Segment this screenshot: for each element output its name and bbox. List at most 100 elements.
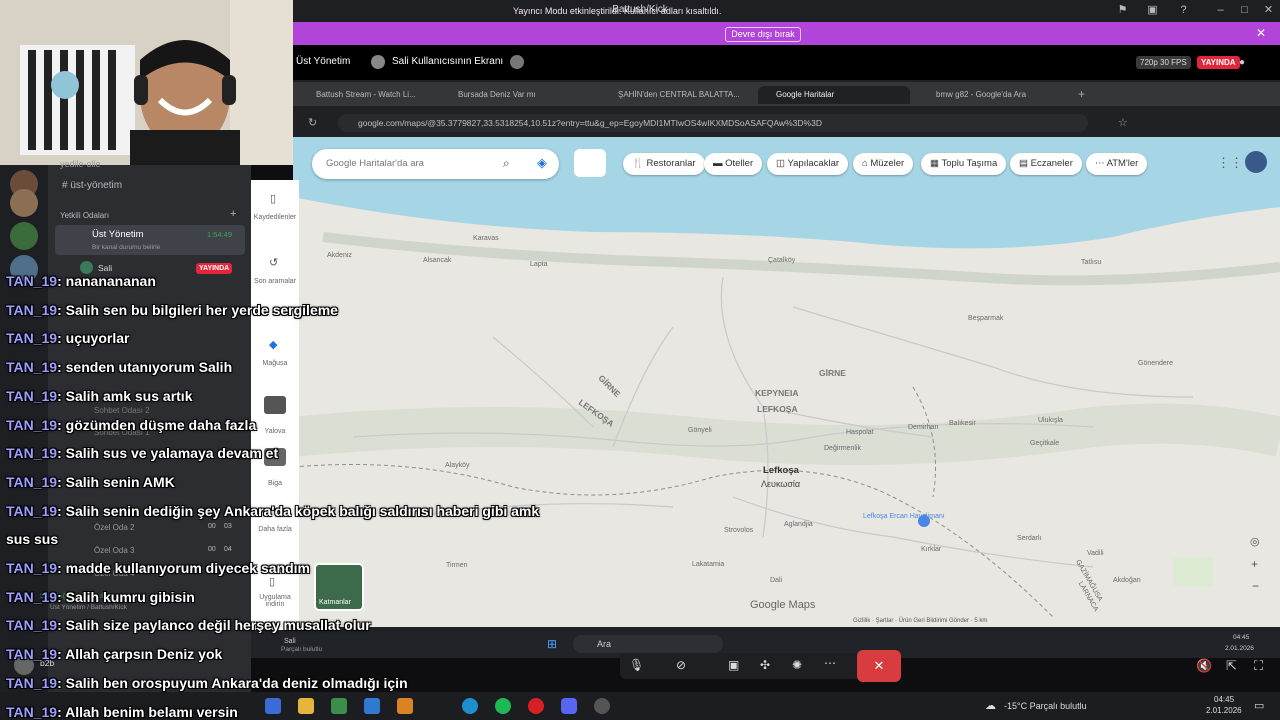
layers-button[interactable]: Katmanlar <box>314 563 364 611</box>
history-icon[interactable]: ↺ <box>269 256 278 269</box>
chip-atms[interactable]: ⋯ ATM'ler <box>1086 153 1148 175</box>
taskbar-search[interactable]: Ara <box>573 635 723 653</box>
zoom-out-icon[interactable]: − <box>1252 579 1259 593</box>
chip-transit[interactable]: ▦ Toplu Taşıma <box>921 153 1007 175</box>
folder-icon[interactable] <box>298 698 314 714</box>
browser-tab-active[interactable]: Google Haritalar <box>758 86 910 104</box>
rail-more[interactable]: Daha fazla <box>251 526 299 533</box>
soundboard-icon[interactable]: ✺ <box>792 658 802 672</box>
menu-icon[interactable] <box>574 149 606 177</box>
browser-tab[interactable]: Bursada Deniz Var mı <box>440 86 588 104</box>
bookmark-star-icon[interactable]: ☆ <box>1118 116 1128 129</box>
new-tab-icon[interactable]: + <box>1078 87 1085 101</box>
app-icon[interactable] <box>265 698 281 714</box>
popout-icon[interactable]: ⇱ <box>1226 658 1237 674</box>
chip-museums[interactable]: ⌂ Müzeler <box>853 153 914 175</box>
microphone-icon[interactable]: 🎙 <box>629 658 644 672</box>
voice-room[interactable]: Özel Oda 3 <box>94 546 134 555</box>
opera-icon[interactable] <box>528 698 544 714</box>
map-label: Balıkesir <box>949 420 976 427</box>
app-icon[interactable] <box>594 698 610 714</box>
chip-hotels[interactable]: ▬ Oteller <box>704 153 763 175</box>
address-bar[interactable]: google.com/maps/@35.3779827,33.5318254,1… <box>338 114 1088 132</box>
more-icon[interactable]: ⋯ <box>824 656 836 670</box>
server-icon[interactable] <box>10 222 38 250</box>
rail-get-app[interactable]: Uygulama indirin <box>251 594 299 608</box>
sidebar-item-channel[interactable]: yedile-olle <box>60 159 101 169</box>
chat-message: TAN_19: Salih ben orospuyum Ankara'da de… <box>6 675 408 691</box>
rail-item[interactable]: Yalova <box>251 428 299 435</box>
rail-recent[interactable]: Son aramalar <box>251 278 299 285</box>
map-label: Aglandjia <box>784 521 813 528</box>
directions-icon[interactable]: ◈ <box>537 155 547 171</box>
chat-username: TAN_19 <box>6 330 58 347</box>
chip-pharmacies[interactable]: ▤ Eczaneler <box>1010 153 1082 175</box>
clock-date[interactable]: 2.01.2026 <box>1206 706 1242 715</box>
server-icon[interactable] <box>10 189 38 217</box>
inbox-icon[interactable]: ▣ <box>1146 4 1159 17</box>
apps-grid-icon[interactable]: ⋮⋮ <box>1217 155 1243 171</box>
voice-room[interactable]: Özel Oda 2 <box>94 523 134 532</box>
notification-icon[interactable]: ▭ <box>1254 699 1264 712</box>
zoom-in-icon[interactable]: + <box>1251 557 1258 571</box>
bookmark-icon[interactable]: ▯ <box>270 192 276 205</box>
channel-status[interactable]: Bir kanal durumu belirle <box>92 244 160 251</box>
maps-search-input[interactable]: Google Haritalar'da ara <box>312 149 559 179</box>
voice-room[interactable]: Sohbet Odası 2 <box>94 406 150 415</box>
map-canvas[interactable]: Lefkoşa Λευκωσία KEPYNEIA LEFKOŞA GİRNE … <box>293 137 1280 627</box>
restaurant-icon: 🍴 <box>632 158 647 169</box>
live-badge: YAYINDA <box>1197 56 1240 69</box>
discord-icon[interactable] <box>561 698 577 714</box>
place-thumbnail[interactable] <box>264 396 286 414</box>
map-footer[interactable]: Gizlilik · Şartlar · Ürün Geri Bildirimi… <box>853 618 987 624</box>
more-icon[interactable]: ● <box>1239 57 1245 68</box>
app-icon[interactable] <box>331 698 347 714</box>
volume-mute-icon[interactable]: 🔇 <box>1196 658 1212 674</box>
reload-icon[interactable]: ↻ <box>308 116 317 129</box>
rail-saved[interactable]: Kaydedilenler <box>251 214 299 221</box>
flag-icon[interactable]: ⚑ <box>1116 4 1129 17</box>
location-pin-icon[interactable]: ◆ <box>269 338 277 351</box>
chat-message: TAN_19: Salih kumru gibisin <box>6 589 195 605</box>
spotify-icon[interactable] <box>495 698 511 714</box>
close-icon[interactable]: ✕ <box>1262 4 1275 17</box>
minimize-icon[interactable]: – <box>1214 4 1227 17</box>
chat-message: TAN_19: Salih sen bu bilgileri her yerde… <box>6 302 338 318</box>
category-label[interactable]: Yetkili Odaları <box>60 211 109 220</box>
map-graphic[interactable] <box>293 137 1280 627</box>
weather-text[interactable]: -15°C Parçalı bulutlu <box>1004 701 1087 711</box>
edge-icon[interactable] <box>462 698 478 714</box>
camera-off-icon[interactable]: ⊘ <box>676 658 686 672</box>
locate-icon[interactable]: ◎ <box>1250 535 1260 548</box>
browser-tab[interactable]: bmw g82 - Google'da Ara <box>918 86 1068 104</box>
maximize-icon[interactable]: □ <box>1238 4 1251 17</box>
rail-item[interactable]: Biga <box>251 480 299 487</box>
search-icon[interactable]: ⌕ <box>503 156 510 171</box>
browser-tab[interactable]: Battush Stream - Watch Li... <box>298 86 428 104</box>
phone-icon[interactable]: ▯ <box>269 575 275 588</box>
member-name[interactable]: Sali <box>98 263 112 273</box>
map-label: Çatalköy <box>768 257 796 264</box>
voice-channel-active[interactable]: Üst Yönetim 1:54:49 Bir kanal durumu bel… <box>55 225 245 255</box>
help-icon[interactable]: ? <box>1177 4 1190 17</box>
mail-icon[interactable] <box>364 698 380 714</box>
screen-share-icon[interactable]: ▣ <box>728 658 739 672</box>
map-label: Serdarlı <box>1017 535 1042 542</box>
windows-start-icon[interactable]: ⊞ <box>547 637 557 651</box>
close-icon[interactable]: ✕ <box>1256 26 1266 40</box>
rail-item[interactable]: Mağusa <box>251 360 299 367</box>
clock-time[interactable]: 04:45 <box>1214 695 1234 704</box>
fullscreen-icon[interactable]: ⛶ <box>1254 658 1263 674</box>
browser-tab[interactable]: ŞAHİN'den CENTRAL BALATTA... <box>600 86 748 104</box>
screen-owner: Sali Kullanıcısının Ekranı <box>392 56 504 67</box>
avatar[interactable] <box>1245 151 1267 173</box>
sidebar-item-ust-yonetim[interactable]: # üst-yönetim <box>62 180 122 191</box>
chip-restaurants[interactable]: 🍴 Restoranlar <box>623 153 705 175</box>
disconnect-button[interactable]: ✕ <box>857 650 901 682</box>
add-channel-icon[interactable]: + <box>230 208 236 220</box>
map-label: Lapta <box>530 261 548 268</box>
app-icon[interactable] <box>397 698 413 714</box>
disable-streamer-mode-button[interactable]: Devre dışı bırak <box>725 27 801 42</box>
activities-icon[interactable]: ✣ <box>760 658 770 672</box>
chip-things-to-do[interactable]: ◫ Yapılacaklar <box>767 153 849 175</box>
